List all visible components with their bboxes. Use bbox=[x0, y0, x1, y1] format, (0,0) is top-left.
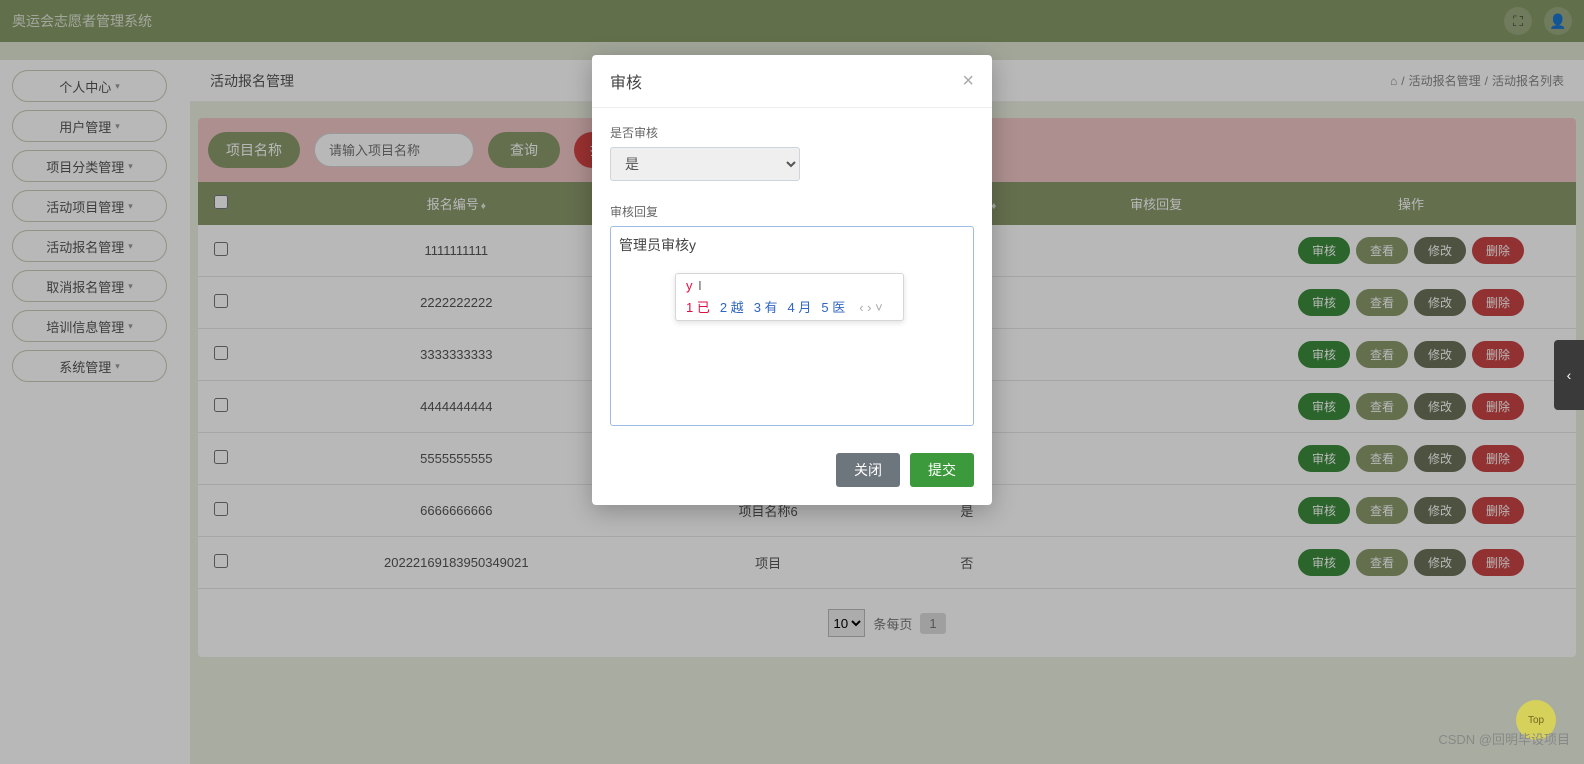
close-icon[interactable]: × bbox=[962, 70, 974, 93]
ime-typed: y bbox=[686, 278, 694, 293]
field-reply-label: 审核回复 bbox=[610, 203, 974, 220]
ime-candidate[interactable]: 4 月 bbox=[788, 300, 812, 315]
ime-candidate[interactable]: 3 有 bbox=[754, 300, 778, 315]
reply-textarea[interactable] bbox=[610, 226, 974, 426]
side-collapse-tab[interactable]: ‹ bbox=[1554, 340, 1584, 410]
ime-popup[interactable]: y I 1 已2 越3 有4 月5 医‹ › ˅ bbox=[675, 273, 904, 321]
ime-candidate[interactable]: 2 越 bbox=[720, 300, 744, 315]
modal-overlay[interactable]: 审核 × 是否审核 是 审核回复 关闭 提交 bbox=[0, 0, 1584, 764]
modal-close-button[interactable]: 关闭 bbox=[836, 453, 900, 487]
field-approved-label: 是否审核 bbox=[610, 124, 974, 141]
modal-title: 审核 bbox=[610, 69, 642, 93]
ime-candidate[interactable]: 1 已 bbox=[686, 300, 710, 315]
ime-nav[interactable]: ‹ › ˅ bbox=[859, 300, 882, 315]
watermark: CSDN @回明毕设项目 bbox=[1438, 729, 1570, 748]
approved-select[interactable]: 是 bbox=[610, 147, 800, 181]
ime-candidate[interactable]: 5 医 bbox=[821, 300, 845, 315]
modal-submit-button[interactable]: 提交 bbox=[910, 453, 974, 487]
